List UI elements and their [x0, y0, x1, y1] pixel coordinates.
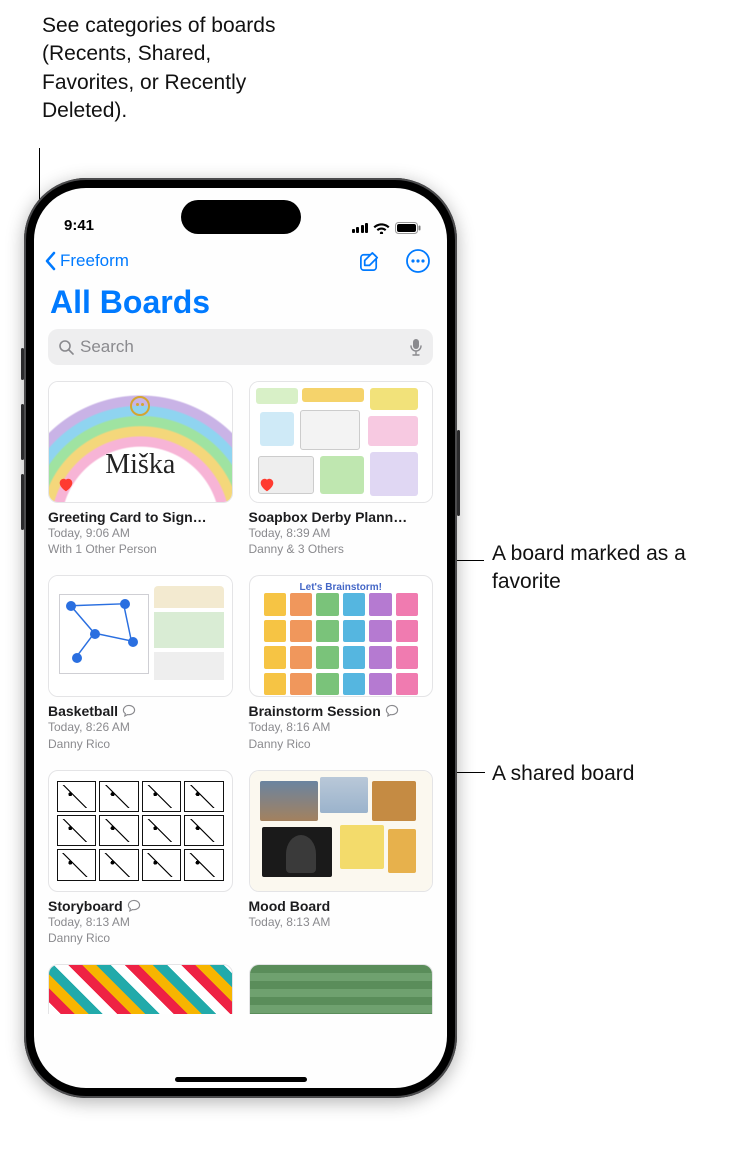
battery-icon: [395, 222, 421, 234]
volume-down: [21, 474, 24, 530]
board-time: Today, 8:13 AM: [48, 914, 233, 930]
page-title: All Boards: [34, 282, 447, 329]
board-time: Today, 8:26 AM: [48, 719, 233, 735]
board-card[interactable]: Let's Brainstorm! Brainstorm Session Tod…: [249, 575, 434, 751]
board-card[interactable]: Storyboard Today, 8:13 AM Danny Rico: [48, 770, 233, 946]
search-input[interactable]: Search: [48, 329, 433, 365]
board-thumbnail: [48, 770, 233, 892]
board-card[interactable]: Basketball Today, 8:26 AM Danny Rico: [48, 575, 233, 751]
thumb-text: Let's Brainstorm!: [250, 582, 433, 593]
board-title: Brainstorm Session: [249, 703, 381, 719]
dictation-icon: [409, 338, 423, 356]
more-button[interactable]: [401, 244, 435, 278]
board-thumbnail: [249, 770, 434, 892]
board-title: Mood Board: [249, 898, 331, 914]
board-card[interactable]: [48, 964, 233, 1014]
dynamic-island: [181, 200, 301, 234]
board-title: Storyboard: [48, 898, 123, 914]
power-button: [457, 430, 460, 516]
heart-icon: [57, 476, 75, 494]
back-label: Freeform: [60, 251, 129, 271]
board-title: Greeting Card to Sign…: [48, 509, 207, 525]
back-button[interactable]: Freeform: [40, 247, 133, 275]
shared-icon: [385, 704, 399, 718]
nav-bar: Freeform: [34, 238, 447, 282]
board-time: Today, 9:06 AM: [48, 525, 233, 541]
board-title: Basketball: [48, 703, 118, 719]
board-time: Today, 8:13 AM: [249, 914, 434, 930]
board-thumbnail: [249, 381, 434, 503]
ellipsis-circle-icon: [405, 248, 431, 274]
iphone-frame: 9:41 Freeform: [24, 178, 457, 1098]
chevron-left-icon: [44, 251, 58, 271]
new-board-button[interactable]: [354, 246, 385, 277]
status-time: 9:41: [64, 217, 94, 234]
board-time: Today, 8:39 AM: [249, 525, 434, 541]
wifi-icon: [373, 222, 390, 234]
shared-icon: [122, 704, 136, 718]
screen: 9:41 Freeform: [34, 188, 447, 1088]
board-card[interactable]: [249, 964, 434, 1014]
board-thumbnail: Let's Brainstorm!: [249, 575, 434, 697]
callout-categories: See categories of boards (Recents, Share…: [42, 12, 292, 125]
board-title: Soapbox Derby Plann…: [249, 509, 408, 525]
callout-shared: A shared board: [492, 760, 722, 788]
callout-favorite: A board marked as a favorite: [492, 540, 722, 597]
board-subtitle: Danny Rico: [48, 930, 233, 946]
board-thumbnail: [249, 964, 434, 1014]
board-time: Today, 8:16 AM: [249, 719, 434, 735]
board-subtitle: Danny Rico: [48, 736, 233, 752]
heart-icon: [258, 476, 276, 494]
mute-switch: [21, 348, 24, 380]
board-card[interactable]: Soapbox Derby Plann… Today, 8:39 AM Dann…: [249, 381, 434, 557]
board-subtitle: Danny & 3 Others: [249, 541, 434, 557]
volume-up: [21, 404, 24, 460]
search-placeholder: Search: [80, 337, 403, 357]
boards-grid[interactable]: Miška Greeting Card to Sign… Today, 9:06…: [34, 375, 447, 1014]
board-subtitle: Danny Rico: [249, 736, 434, 752]
board-thumbnail: [48, 575, 233, 697]
cellular-icon: [352, 223, 369, 233]
search-icon: [58, 339, 74, 355]
board-thumbnail: [48, 964, 233, 1014]
thumb-text: Miška: [49, 449, 232, 481]
home-indicator[interactable]: [175, 1077, 307, 1082]
board-card[interactable]: Mood Board Today, 8:13 AM: [249, 770, 434, 946]
board-subtitle: With 1 Other Person: [48, 541, 233, 557]
board-thumbnail: Miška: [48, 381, 233, 503]
compose-icon: [358, 250, 381, 273]
board-card[interactable]: Miška Greeting Card to Sign… Today, 9:06…: [48, 381, 233, 557]
shared-icon: [127, 899, 141, 913]
